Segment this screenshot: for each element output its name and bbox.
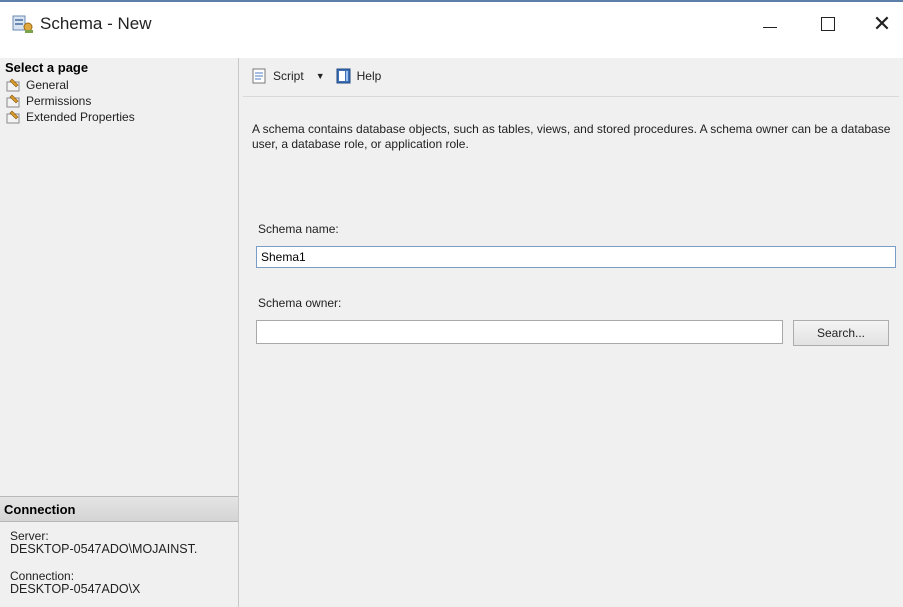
sidebar-item-label: General [26,78,69,92]
main-pane: Script ▼ Help A schema contains database… [239,58,903,607]
script-button[interactable]: Script [251,67,304,85]
sidebar-item-label: Permissions [26,94,92,108]
schema-name-label: Schema name: [258,222,339,236]
sidebar-item-general[interactable]: General [6,78,69,92]
wrench-page-icon [6,110,22,124]
connection-header: Connection [0,496,238,522]
script-label: Script [273,69,304,83]
title-bar: Schema - New ✕ [0,0,903,44]
help-label: Help [356,69,382,83]
schema-app-icon [12,14,34,34]
wrench-page-icon [6,94,22,108]
window-title: Schema - New [40,14,152,33]
schema-description: A schema contains database objects, such… [252,122,891,151]
close-icon: ✕ [872,11,892,36]
toolbar-divider [243,96,899,97]
script-dropdown-arrow-icon[interactable]: ▼ [316,71,325,81]
close-button[interactable]: ✕ [860,8,903,40]
schema-name-input[interactable] [256,246,896,268]
minimize-icon [763,26,777,28]
help-icon [336,68,351,84]
search-button[interactable]: Search... [793,320,889,346]
server-value: DESKTOP-0547ADO\MOJAINST. [10,542,198,556]
schema-owner-input[interactable] [256,320,783,344]
connection-value: DESKTOP-0547ADO\X [10,582,141,596]
maximize-icon [821,17,835,31]
sidebar-item-permissions[interactable]: Permissions [6,94,91,108]
help-button[interactable]: Help [335,67,382,85]
wrench-page-icon [6,78,22,92]
schema-owner-label: Schema owner: [258,296,342,310]
maximize-button[interactable] [806,8,850,40]
toolbar: Script ▼ Help [251,64,391,88]
sidebar-item-extended-properties[interactable]: Extended Properties [6,110,135,124]
left-pane: Select a page General Permissions Extend… [0,58,239,607]
select-page-header: Select a page [5,60,89,75]
minimize-button[interactable] [748,8,792,40]
script-icon [252,68,266,84]
sidebar-item-label: Extended Properties [26,110,135,124]
